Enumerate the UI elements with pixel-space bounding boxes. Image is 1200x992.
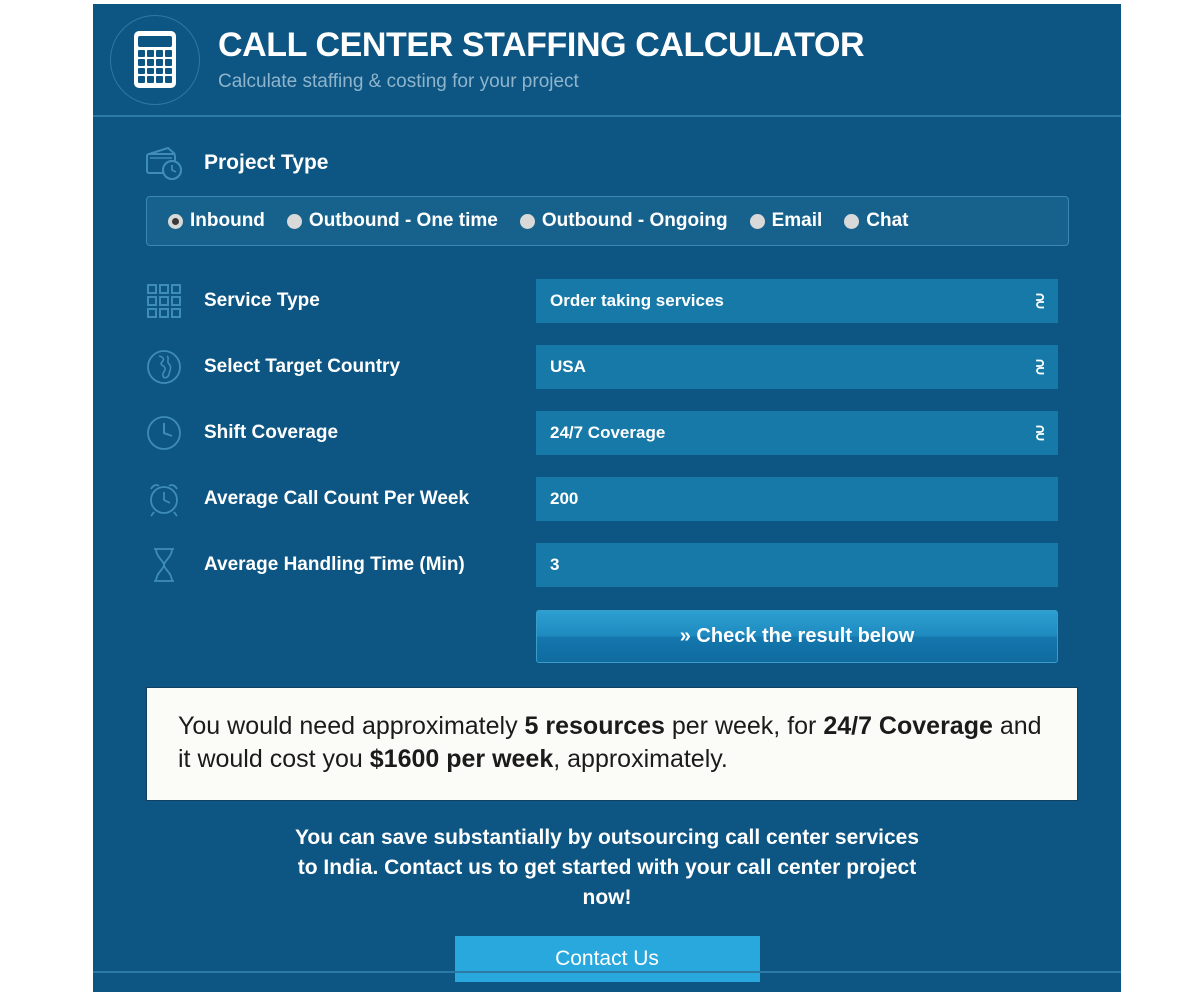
alarm-clock-icon bbox=[142, 477, 186, 521]
check-result-button[interactable]: » Check the result below bbox=[536, 610, 1058, 663]
app-header: CALL CENTER STAFFING CALCULATOR Calculat… bbox=[93, 4, 1121, 117]
result-text-pre: You would need approximately bbox=[178, 712, 525, 740]
field-rows: Service Type Order taking services ⫔ Sel… bbox=[93, 268, 1121, 598]
contact-us-button[interactable]: Contact Us bbox=[454, 936, 760, 983]
page-subtitle: Calculate staffing & costing for your pr… bbox=[218, 71, 579, 92]
grid-icon bbox=[142, 279, 186, 323]
result-resources: 5 resources bbox=[524, 712, 665, 740]
project-type-radio-group[interactable]: Inbound Outbound - One time Outbound - O… bbox=[146, 196, 1069, 246]
field-value: 200 bbox=[550, 489, 579, 508]
page-title: CALL CENTER STAFFING CALCULATOR bbox=[218, 26, 865, 64]
radio-option-chat[interactable]: Chat bbox=[844, 210, 909, 232]
radio-dot-icon[interactable] bbox=[844, 213, 860, 229]
radio-label: Inbound bbox=[190, 210, 265, 231]
radio-label: Outbound - One time bbox=[308, 210, 498, 231]
hourglass-icon bbox=[142, 543, 186, 587]
radio-option-email[interactable]: Email bbox=[749, 210, 823, 232]
field-label: Select Target Country bbox=[204, 356, 401, 377]
result-box: You would need approximately 5 resources… bbox=[146, 687, 1078, 801]
field-row-service-type: Service Type Order taking services ⫔ bbox=[93, 268, 1121, 334]
result-text-line2-post: , approximately. bbox=[553, 745, 728, 773]
page-root: CALL CENTER STAFFING CALCULATOR Calculat… bbox=[0, 0, 1200, 992]
field-row-shift-coverage: Shift Coverage 24/7 Coverage ⫔ bbox=[93, 400, 1121, 466]
globe-icon bbox=[142, 345, 186, 389]
call-count-input[interactable]: 200 bbox=[536, 477, 1058, 521]
field-row-call-count: Average Call Count Per Week 200 bbox=[93, 466, 1121, 532]
field-value: Order taking services bbox=[550, 291, 724, 310]
chevron-down-icon[interactable]: ⫔ bbox=[1036, 358, 1044, 376]
field-row-handling-time: Average Handling Time (Min) 3 bbox=[93, 532, 1121, 598]
radio-label: Outbound - Ongoing bbox=[541, 210, 728, 231]
radio-label: Email bbox=[771, 210, 823, 231]
check-button-row: » Check the result below bbox=[93, 610, 1121, 663]
radio-dot-icon[interactable] bbox=[519, 213, 535, 229]
field-label: Average Handling Time (Min) bbox=[204, 554, 465, 575]
field-label: Shift Coverage bbox=[204, 422, 339, 443]
radio-option-inbound[interactable]: Inbound bbox=[168, 210, 265, 232]
result-coverage: 24/7 Coverage bbox=[823, 712, 993, 740]
field-value: 3 bbox=[550, 555, 560, 574]
radio-label: Chat bbox=[866, 210, 909, 231]
handling-time-input[interactable]: 3 bbox=[536, 543, 1058, 587]
project-type-label: Project Type bbox=[204, 151, 329, 174]
form-body: Project Type Inbound Outbound - One time… bbox=[93, 140, 1121, 983]
clock-icon bbox=[142, 411, 186, 455]
footer: You can save substantially by outsourcin… bbox=[93, 823, 1121, 983]
calculator-icon bbox=[110, 14, 200, 105]
wallet-clock-icon bbox=[142, 141, 186, 185]
radio-dot-icon[interactable] bbox=[168, 213, 183, 229]
chevron-down-icon[interactable]: ⫔ bbox=[1036, 424, 1044, 442]
radio-option-outbound-one-time[interactable]: Outbound - One time bbox=[286, 210, 498, 232]
calculator-panel: CALL CENTER STAFFING CALCULATOR Calculat… bbox=[93, 4, 1121, 992]
field-value: USA bbox=[550, 357, 586, 376]
radio-dot-icon[interactable] bbox=[749, 213, 765, 229]
field-label: Average Call Count Per Week bbox=[204, 488, 470, 509]
field-label: Service Type bbox=[204, 290, 320, 311]
project-type-header: Project Type bbox=[93, 140, 1121, 186]
footer-text: You can save substantially by outsourcin… bbox=[294, 826, 920, 909]
target-country-select[interactable]: USA ⫔ bbox=[536, 345, 1058, 389]
shift-coverage-select[interactable]: 24/7 Coverage ⫔ bbox=[536, 411, 1058, 455]
result-cost: $1600 per week bbox=[369, 745, 554, 773]
chevron-down-icon[interactable]: ⫔ bbox=[1036, 292, 1044, 310]
result-text-mid: per week, for bbox=[664, 712, 824, 740]
bottom-divider bbox=[93, 971, 1121, 973]
radio-option-outbound-ongoing[interactable]: Outbound - Ongoing bbox=[519, 210, 728, 232]
field-value: 24/7 Coverage bbox=[550, 423, 666, 442]
field-row-target-country: Select Target Country USA ⫔ bbox=[93, 334, 1121, 400]
service-type-select[interactable]: Order taking services ⫔ bbox=[536, 279, 1058, 323]
radio-dot-icon[interactable] bbox=[286, 213, 302, 229]
